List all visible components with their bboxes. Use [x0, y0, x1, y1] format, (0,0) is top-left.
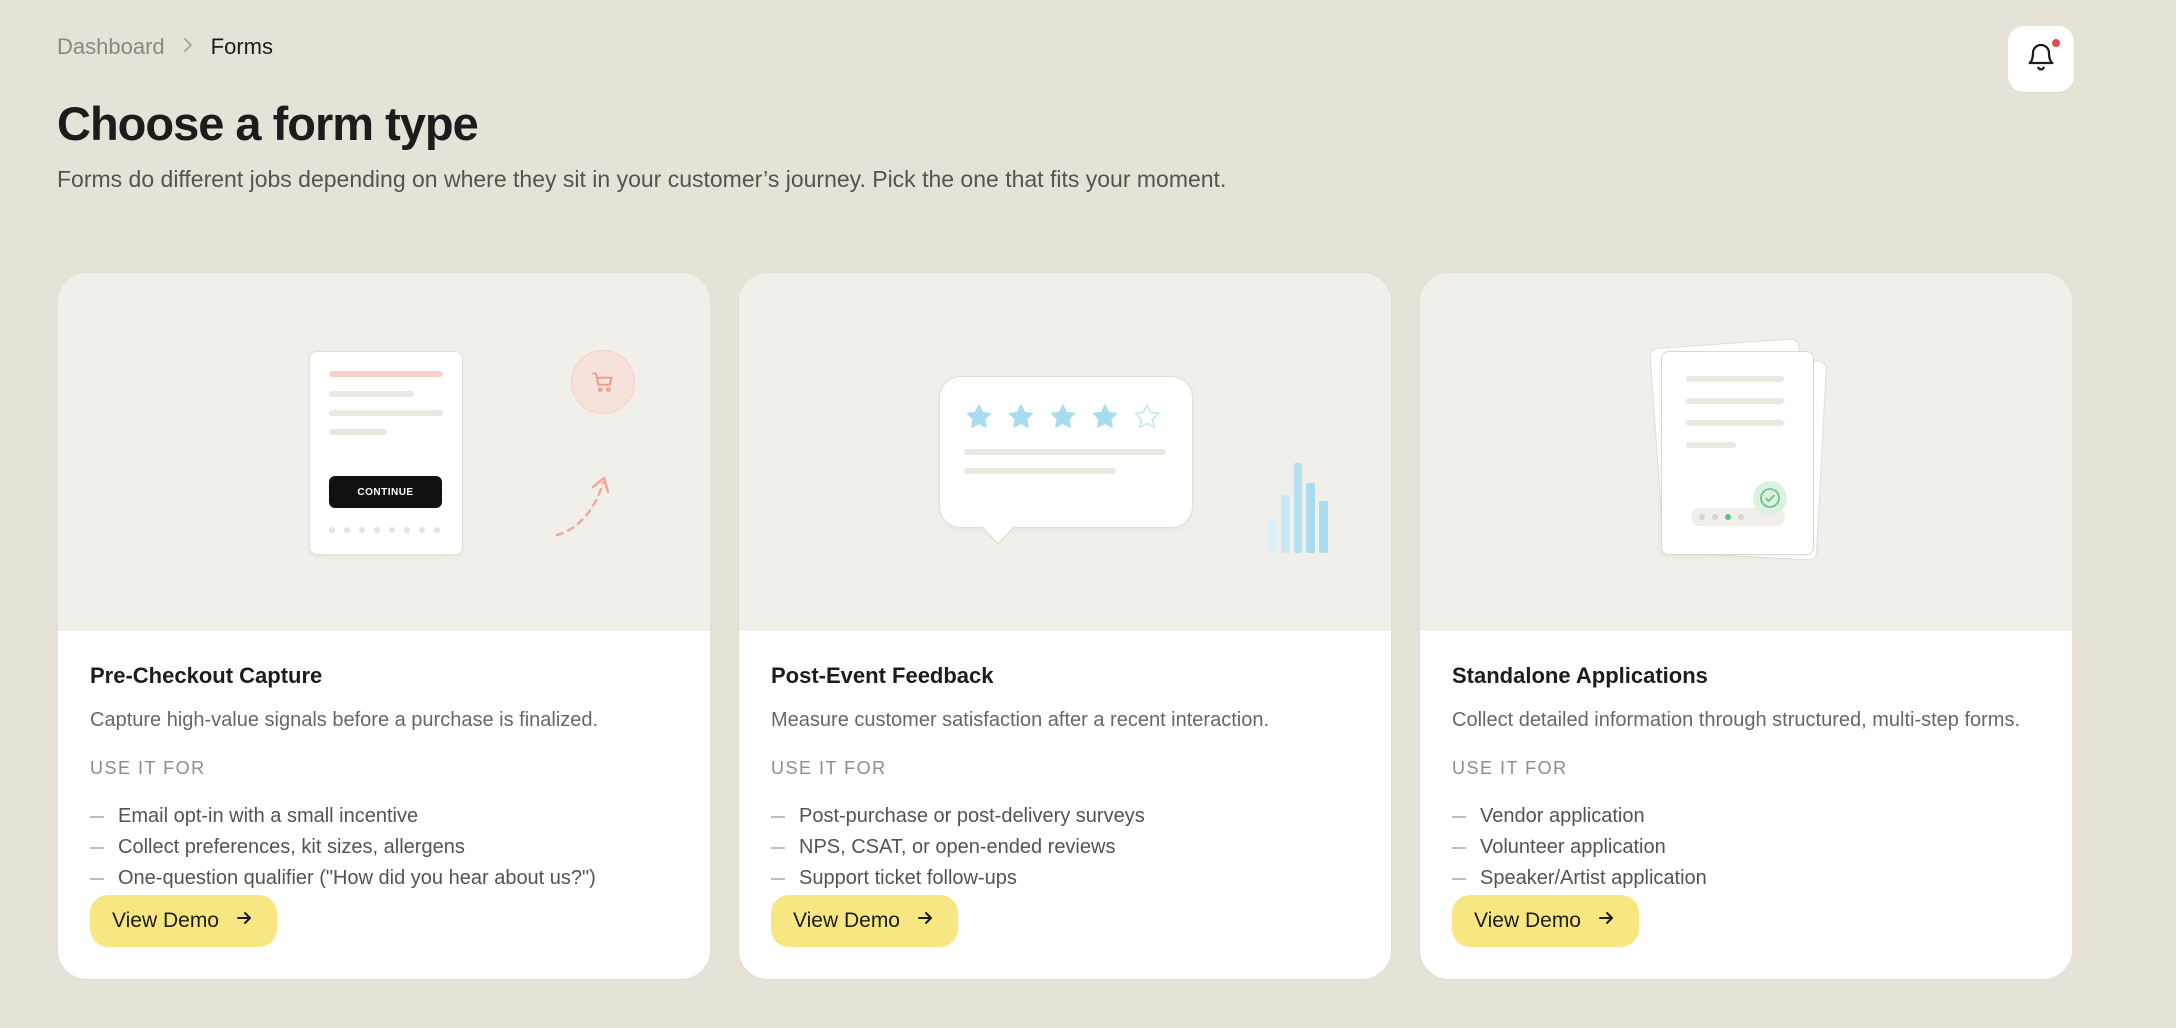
check-icon	[1753, 481, 1787, 515]
star-rating	[964, 401, 1162, 431]
use-case-item: One-question qualifier ("How did you hea…	[90, 863, 678, 894]
post-event-illustration	[739, 273, 1391, 631]
breadcrumb-dashboard-link[interactable]: Dashboard	[57, 34, 165, 60]
use-case-list: Email opt-in with a small incentive Coll…	[90, 801, 678, 894]
card-title: Pre-Checkout Capture	[90, 663, 323, 688]
card-description: Measure customer satisfaction after a re…	[771, 709, 1270, 731]
star-icon	[1134, 403, 1160, 429]
paper-front	[1661, 351, 1814, 555]
notifications-button[interactable]	[2008, 26, 2074, 92]
rating-bubble	[939, 376, 1193, 528]
view-demo-button[interactable]: View Demo	[771, 895, 958, 947]
star-icon	[1092, 404, 1118, 428]
star-icon	[1008, 404, 1034, 428]
arrow-right-icon	[916, 909, 934, 933]
view-demo-button[interactable]: View Demo	[1452, 895, 1639, 947]
trend-arrow-icon	[555, 476, 610, 537]
card-description: Capture high-value signals before a purc…	[90, 709, 599, 731]
use-case-item: Volunteer application	[1452, 832, 2040, 863]
use-case-item: Post-purchase or post-delivery surveys	[771, 801, 1359, 832]
form-type-card-standalone[interactable]: Standalone Applications Collect detailed…	[1419, 272, 2073, 980]
use-it-for-label: USE IT FOR	[90, 758, 206, 778]
use-case-item: NPS, CSAT, or open-ended reviews	[771, 832, 1359, 863]
form-type-cards: CONTINUE Pre-Checkout Capture Capture hi…	[57, 272, 2073, 980]
use-it-for-label: USE IT FOR	[771, 758, 887, 778]
view-demo-button[interactable]: View Demo	[90, 895, 277, 947]
arrow-right-icon	[1597, 909, 1615, 933]
breadcrumb-current: Forms	[210, 34, 273, 59]
use-case-item: Vendor application	[1452, 801, 2040, 832]
use-case-item: Support ticket follow-ups	[771, 863, 1359, 894]
breadcrumb: Dashboard Forms	[57, 34, 273, 60]
page-subtitle: Forms do different jobs depending on whe…	[57, 166, 1227, 192]
star-icon	[1050, 404, 1076, 428]
notification-badge-dot	[2051, 38, 2061, 48]
form-mock: CONTINUE	[309, 351, 463, 555]
use-case-item: Email opt-in with a small incentive	[90, 801, 678, 832]
chevron-right-icon	[183, 36, 193, 59]
form-type-card-post-event[interactable]: Post-Event Feedback Measure customer sat…	[738, 272, 1392, 980]
bubble-tail	[981, 526, 1015, 546]
form-type-card-pre-checkout[interactable]: CONTINUE Pre-Checkout Capture Capture hi…	[57, 272, 711, 980]
card-title: Post-Event Feedback	[771, 663, 994, 688]
standalone-illustration	[1420, 273, 2072, 631]
use-case-list: Post-purchase or post-delivery surveys N…	[771, 801, 1359, 894]
card-description: Collect detailed information through str…	[1452, 709, 2021, 731]
bar-chart-icon	[1268, 463, 1328, 553]
arrow-right-icon	[235, 909, 253, 933]
use-case-item: Speaker/Artist application	[1452, 863, 2040, 894]
pre-checkout-illustration: CONTINUE	[58, 273, 710, 631]
continue-mock-button: CONTINUE	[329, 476, 442, 508]
use-it-for-label: USE IT FOR	[1452, 758, 1568, 778]
use-case-list: Vendor application Volunteer application…	[1452, 801, 2040, 894]
cart-icon	[571, 350, 635, 414]
use-case-item: Collect preferences, kit sizes, allergen…	[90, 832, 678, 863]
card-title: Standalone Applications	[1452, 663, 1708, 688]
page-title: Choose a form type	[57, 97, 479, 150]
star-icon	[966, 404, 992, 428]
